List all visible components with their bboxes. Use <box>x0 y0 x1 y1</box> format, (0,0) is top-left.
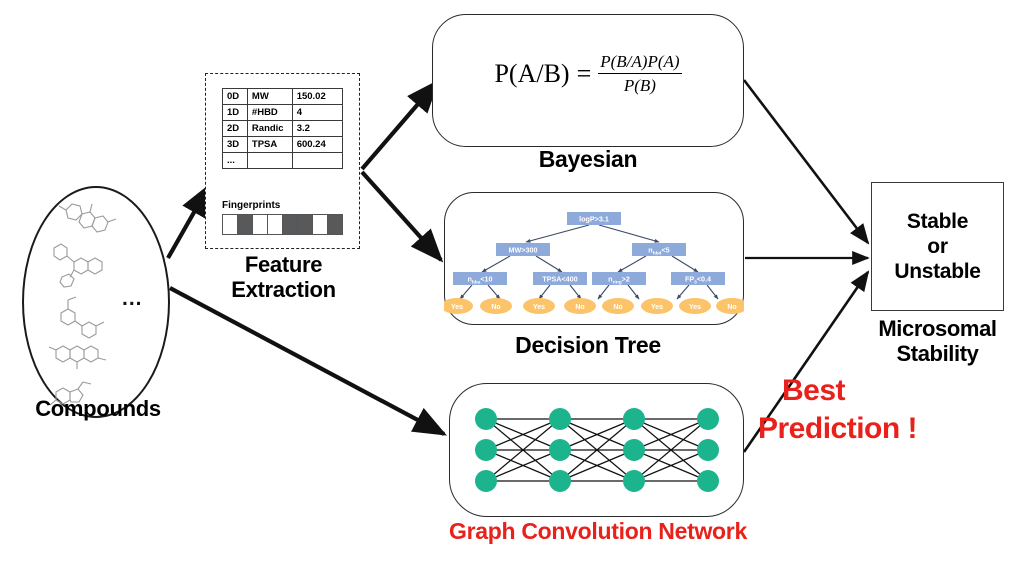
decision-tree-caption: Decision Tree <box>515 332 661 358</box>
arrow-compounds-to-features <box>166 183 211 260</box>
tree-node-l2-0-label: MW>300 <box>509 246 538 255</box>
tree-leaf-0-label: Yes <box>451 304 463 311</box>
tree-leaf-3-label: No <box>575 304 584 311</box>
table-row: 3D TPSA 600.24 <box>222 136 344 153</box>
compounds-ellipsis: ... <box>122 287 143 310</box>
tree-edges <box>459 224 719 300</box>
gcn-node-3-1 <box>697 439 719 461</box>
gcn-node-2-2 <box>623 470 645 492</box>
gcn-node-0-2 <box>475 470 497 492</box>
cell-dim: 1D <box>222 104 248 121</box>
feature-extraction-caption: Feature Extraction <box>196 252 371 302</box>
fingerprint-bit-4 <box>283 215 298 234</box>
molecule-structures <box>48 203 117 449</box>
cell-name <box>246 152 293 169</box>
table-row: 0D MW 150.02 <box>222 88 344 105</box>
bayes-numerator: P(B/A)P(A) <box>600 52 680 71</box>
cell-value: 3.2 <box>291 120 344 137</box>
output-line1: Stable <box>906 210 969 233</box>
output-caption-line1: Microsomal <box>878 316 997 341</box>
bayes-formula-equals: = <box>576 59 592 88</box>
cell-value: 600.24 <box>291 136 344 153</box>
output-line2: or <box>927 235 948 258</box>
cell-value: 4 <box>291 104 344 121</box>
tree-node-l3-1-label: TPSA<400 <box>542 275 577 284</box>
arrow-features-to-tree <box>360 170 444 263</box>
decision-tree-graphic: logP>3.1 MW>300 nhbd<5 nhba<10 TPSA<400 … <box>444 212 744 314</box>
gcn-node-0-1 <box>475 439 497 461</box>
cell-name: TPSA <box>246 136 293 153</box>
gcn-node-3-2 <box>697 470 719 492</box>
cell-value: 150.02 <box>291 88 344 105</box>
gcn-caption: Graph Convolution Network <box>449 518 747 544</box>
cell-name: MW <box>246 88 293 105</box>
table-row: 1D #HBD 4 <box>222 104 344 121</box>
best-prediction-line2: Prediction ! <box>758 412 918 445</box>
cell-value <box>291 152 344 169</box>
compounds-label: Compounds <box>35 396 161 421</box>
arrow-features-to-bayesian <box>360 79 440 171</box>
output-line3: Unstable <box>894 260 981 283</box>
feature-table-body: 0D MW 150.02 1D #HBD 4 2D Randic 3.2 3D … <box>222 88 344 169</box>
gcn-node-0-0 <box>475 408 497 430</box>
tree-leaf-7-label: No <box>727 304 736 311</box>
feature-caption-line1: Feature <box>244 252 323 277</box>
tree-leaf-1-label: No <box>491 304 500 311</box>
gcn-node-1-0 <box>549 408 571 430</box>
fingerprint-bit-0 <box>223 215 238 234</box>
fingerprint-bit-1 <box>238 215 253 234</box>
gcn-node-3-0 <box>697 408 719 430</box>
tree-leaf-2-label: Yes <box>533 304 545 311</box>
tree-leaf-6-label: Yes <box>689 304 701 311</box>
bayes-denominator: P(B) <box>598 73 682 96</box>
output-caption-line2: Stability <box>896 341 979 366</box>
tree-leaf-4-label: No <box>613 304 622 311</box>
gcn-graphic <box>475 408 719 492</box>
gcn-node-2-0 <box>623 408 645 430</box>
feature-table: 0D MW 150.02 1D #HBD 4 2D Randic 3.2 3D … <box>222 88 344 169</box>
bayes-formula-fraction: P(B/A)P(A) P(B) <box>598 52 682 96</box>
gcn-node-1-1 <box>549 439 571 461</box>
cell-dim: ... <box>222 152 248 169</box>
best-prediction-line1: Best <box>782 374 846 407</box>
gcn-node-2-1 <box>623 439 645 461</box>
fingerprints-label: Fingerprints <box>222 200 281 211</box>
cell-dim: 3D <box>222 136 248 153</box>
best-prediction-annotation: Best Prediction ! <box>758 372 1022 448</box>
table-row: ... <box>222 152 344 169</box>
output-caption: Microsomal Stability <box>855 316 1020 366</box>
fingerprint-bit-5 <box>298 215 313 234</box>
fingerprint-bit-7 <box>328 215 342 234</box>
gcn-edges <box>485 418 709 482</box>
arrow-compounds-to-gcn <box>169 286 447 436</box>
fingerprint-bit-2 <box>253 215 268 234</box>
cell-dim: 2D <box>222 120 248 137</box>
bayesian-caption: Bayesian <box>538 146 638 172</box>
cell-name: Randic <box>246 120 293 137</box>
fingerprint-bar <box>222 214 343 235</box>
compounds-ellipse <box>22 186 170 449</box>
bayes-formula: P(A/B) = P(B/A)P(A) P(B) <box>432 52 744 96</box>
arrow-bayesian-to-output <box>742 79 870 245</box>
tree-node-root-label: logP>3.1 <box>579 215 609 224</box>
output-box: Stable or Unstable <box>871 182 1004 311</box>
gcn-node-1-2 <box>549 470 571 492</box>
tree-leaf-5-label: Yes <box>651 304 663 311</box>
cell-dim: 0D <box>222 88 248 105</box>
fingerprint-bit-3 <box>268 215 283 234</box>
cell-name: #HBD <box>246 104 293 121</box>
bayes-formula-lhs: P(A/B) <box>494 59 570 88</box>
fingerprint-bit-6 <box>313 215 328 234</box>
table-row: 2D Randic 3.2 <box>222 120 344 137</box>
feature-caption-line2: Extraction <box>231 277 336 302</box>
